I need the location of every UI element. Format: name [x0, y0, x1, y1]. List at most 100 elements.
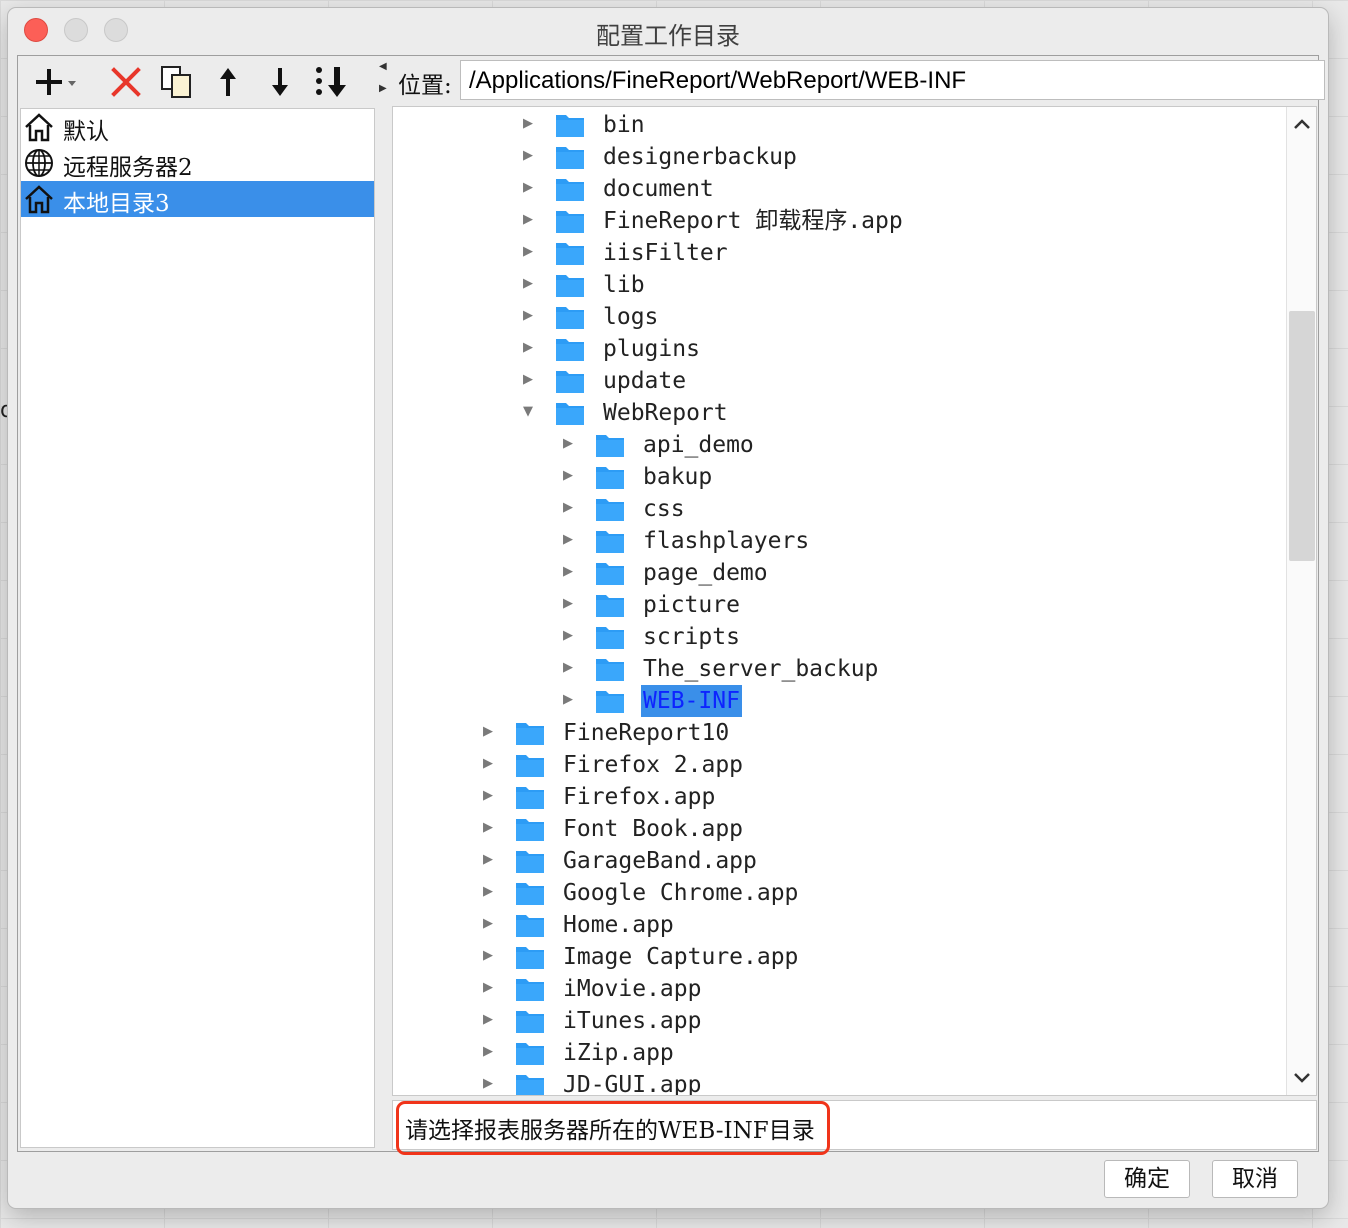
folder-icon	[596, 659, 624, 681]
folder-icon	[516, 915, 544, 937]
collapsed-arrow-icon[interactable]: ▶	[523, 371, 537, 389]
add-server-button[interactable]	[32, 64, 80, 100]
location-path-field[interactable]: /Applications/FineReport/WebReport/WEB-I…	[460, 60, 1325, 100]
collapsed-arrow-icon[interactable]: ▶	[563, 435, 577, 453]
collapsed-arrow-icon[interactable]: ▶	[483, 979, 497, 997]
tree-vertical-scrollbar[interactable]	[1286, 107, 1317, 1095]
server-item-label: 默认	[63, 119, 109, 145]
scroll-up-icon[interactable]	[1287, 109, 1317, 139]
collapsed-arrow-icon[interactable]: ▶	[563, 499, 577, 517]
collapsed-arrow-icon[interactable]: ▶	[523, 307, 537, 325]
collapsed-arrow-icon[interactable]: ▶	[563, 595, 577, 613]
tree-node-label: picture	[643, 592, 740, 618]
move-up-icon	[220, 68, 236, 96]
tree-node-label: The_server_backup	[643, 656, 879, 682]
tree-node-label: Google Chrome.app	[563, 880, 799, 906]
title-bar[interactable]: 配置工作目录	[8, 8, 1328, 54]
tree-node-label: flashplayers	[643, 528, 810, 554]
copy-server-button[interactable]	[158, 64, 194, 100]
server-list[interactable]: 默认 远程服务器2 本地目录3	[20, 108, 375, 1148]
collapsed-arrow-icon[interactable]: ▶	[483, 787, 497, 805]
tree-node-label: WebReport	[603, 400, 728, 426]
scroll-thumb[interactable]	[1289, 311, 1315, 561]
tree-node-label: document	[603, 176, 714, 202]
tree-node-label: Firefox.app	[563, 784, 716, 810]
collapsed-arrow-icon[interactable]: ▶	[483, 1011, 497, 1029]
server-item-default[interactable]: 默认	[21, 109, 374, 145]
move-bottom-icon	[316, 67, 346, 97]
folder-icon	[516, 819, 544, 841]
collapsed-arrow-icon[interactable]: ▶	[563, 627, 577, 645]
collapse-right-icon[interactable]: ▶	[379, 84, 387, 94]
ok-button[interactable]: 确定	[1104, 1160, 1190, 1198]
tree-node-label: lib	[603, 272, 645, 298]
collapsed-arrow-icon[interactable]: ▶	[483, 883, 497, 901]
folder-icon	[516, 723, 544, 745]
folder-icon	[556, 179, 584, 201]
collapsed-arrow-icon[interactable]: ▶	[523, 211, 537, 229]
move-up-button[interactable]	[210, 64, 246, 100]
collapsed-arrow-icon[interactable]: ▶	[523, 115, 537, 133]
collapsed-arrow-icon[interactable]: ▶	[523, 243, 537, 261]
collapsed-arrow-icon[interactable]: ▶	[483, 851, 497, 869]
folder-icon	[516, 883, 544, 905]
collapsed-arrow-icon[interactable]: ▶	[483, 819, 497, 837]
folder-icon	[556, 371, 584, 393]
folder-icon	[516, 1075, 544, 1095]
collapse-left-icon[interactable]: ◀	[379, 62, 387, 72]
folder-icon	[596, 499, 624, 521]
home-icon	[25, 185, 53, 214]
collapsed-arrow-icon[interactable]: ▶	[483, 755, 497, 773]
folder-icon	[516, 787, 544, 809]
hint-highlight-annotation	[396, 1101, 830, 1155]
tree-node-label: scripts	[643, 624, 740, 650]
scroll-down-icon[interactable]	[1287, 1063, 1317, 1093]
collapsed-arrow-icon[interactable]: ▶	[563, 659, 577, 677]
delete-icon	[111, 67, 141, 97]
tree-node-label: logs	[603, 304, 659, 330]
window-title: 配置工作目录	[596, 22, 740, 50]
tree-node-label: WEB-INF	[641, 685, 742, 717]
folder-icon	[516, 1043, 544, 1065]
collapsed-arrow-icon[interactable]: ▶	[523, 339, 537, 357]
collapsed-arrow-icon[interactable]: ▶	[483, 1075, 497, 1093]
directory-tree[interactable]: ▶ bin ▶ designerbackup ▶ document ▶ FineReport …	[392, 106, 1317, 1096]
folder-icon	[556, 211, 584, 233]
server-item-remote[interactable]: 远程服务器2	[21, 145, 374, 181]
tree-node-label: bin	[603, 112, 645, 138]
move-down-button[interactable]	[262, 64, 298, 100]
server-panel: 默认 远程服务器2 本地目录3	[18, 56, 378, 1151]
collapsed-arrow-icon[interactable]: ▶	[483, 1043, 497, 1061]
collapsed-arrow-icon[interactable]: ▶	[563, 531, 577, 549]
server-item-label: 本地目录3	[63, 191, 170, 217]
tree-node-label: iZip.app	[563, 1040, 674, 1066]
expanded-arrow-icon[interactable]: ▼	[523, 403, 537, 421]
collapsed-arrow-icon[interactable]: ▶	[483, 723, 497, 741]
tree-node-label: iisFilter	[603, 240, 728, 266]
folder-icon	[556, 339, 584, 361]
server-item-local[interactable]: 本地目录3	[21, 181, 374, 217]
tree-node-label: bakup	[643, 464, 713, 490]
collapsed-arrow-icon[interactable]: ▶	[483, 947, 497, 965]
folder-icon	[556, 403, 584, 425]
delete-server-button[interactable]	[108, 64, 144, 100]
home-icon	[25, 113, 53, 142]
tree-node-label: Home.app	[563, 912, 674, 938]
folder-icon	[596, 627, 624, 649]
collapsed-arrow-icon[interactable]: ▶	[563, 467, 577, 485]
collapsed-arrow-icon[interactable]: ▶	[563, 691, 577, 709]
folder-icon	[596, 467, 624, 489]
move-bottom-button[interactable]	[312, 64, 352, 100]
globe-icon	[25, 149, 53, 177]
panel-splitter[interactable]: ◀ ▶	[378, 56, 390, 1151]
cancel-button[interactable]: 取消	[1212, 1160, 1298, 1198]
folder-icon	[556, 243, 584, 265]
collapsed-arrow-icon[interactable]: ▶	[563, 563, 577, 581]
collapsed-arrow-icon[interactable]: ▶	[523, 275, 537, 293]
collapsed-arrow-icon[interactable]: ▶	[523, 147, 537, 165]
folder-icon	[556, 307, 584, 329]
collapsed-arrow-icon[interactable]: ▶	[483, 915, 497, 933]
tree-node-label: Image Capture.app	[563, 944, 799, 970]
tree-node-label: update	[603, 368, 687, 394]
collapsed-arrow-icon[interactable]: ▶	[523, 179, 537, 197]
